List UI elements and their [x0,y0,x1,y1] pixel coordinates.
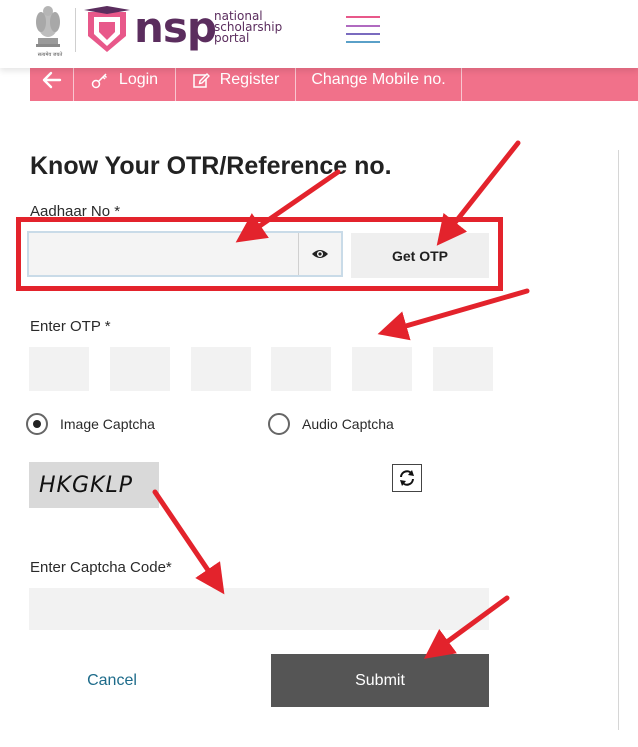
show-aadhaar-button[interactable] [298,233,341,275]
get-otp-button[interactable]: Get OTP [351,233,489,278]
nsp-logo-icon [84,6,130,52]
otp-digit-5[interactable] [352,347,412,391]
image-captcha-radio[interactable] [26,413,48,435]
otp-digit-2[interactable] [110,347,170,391]
nav-login-label: Login [118,70,159,88]
side-divider [618,150,619,730]
captcha-code-input[interactable] [29,588,489,630]
edit-icon [192,72,210,88]
submit-button[interactable]: Submit [271,654,489,707]
national-emblem-icon [36,6,60,47]
otp-label: Enter OTP * [30,318,111,335]
menu-line [346,41,380,43]
arrow-left-icon [42,71,61,88]
menu-line [346,33,380,35]
aadhaar-label: Aadhaar No * [30,203,121,220]
annotation-arrow [235,169,341,243]
nav-register-label: Register [219,70,280,88]
refresh-icon [400,470,414,486]
otp-digit-3[interactable] [191,347,251,391]
captcha-image: HKGKLP [29,462,159,508]
audio-captcha-label[interactable]: Audio Captcha [302,416,394,432]
image-captcha-label[interactable]: Image Captcha [60,416,155,432]
otp-digit-4[interactable] [271,347,331,391]
audio-captcha-radio[interactable] [268,413,290,435]
otp-digit-1[interactable] [29,347,89,391]
cancel-button[interactable]: Cancel [60,664,164,698]
brand-tagline: national scholarship portal [214,10,282,45]
eye-icon [312,250,328,258]
nav-change-mobile-label: Change Mobile no. [311,70,446,88]
tagline-line: portal [214,31,250,45]
hamburger-menu-icon[interactable] [346,14,380,44]
captcha-code-label: Enter Captcha Code* [30,559,172,576]
site-header: सत्यमेव जयते nsp national scholarship po… [0,0,638,68]
logo-divider [75,8,76,52]
otp-digit-6[interactable] [433,347,493,391]
emblem-caption: सत्यमेव जयते [37,52,63,58]
refresh-captcha-button[interactable] [392,464,422,492]
menu-line [346,16,380,18]
key-icon [91,72,107,88]
aadhaar-input[interactable] [29,233,301,275]
aadhaar-field [27,231,343,277]
brand-name: nsp [134,3,217,52]
menu-line [346,25,380,27]
annotation-arrow [377,288,530,341]
annotation-arrow [436,140,521,246]
page-title: Know Your OTR/Reference no. [30,152,392,180]
